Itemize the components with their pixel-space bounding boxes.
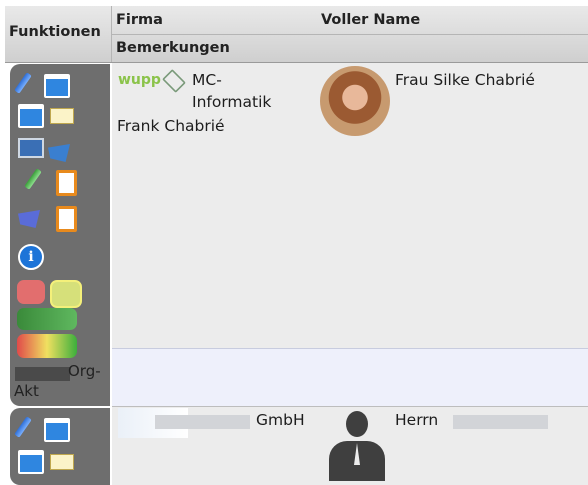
side-footer-line1: Org-: [68, 362, 101, 380]
contacts-grid: Funktionen Firma Voller Name Bemerkungen…: [5, 6, 588, 485]
header-divider: [112, 34, 588, 35]
status-red-icon[interactable]: [17, 280, 45, 304]
pencil-icon[interactable]: [24, 168, 42, 190]
redacted-block: [15, 367, 70, 381]
logo-text: wupp: [118, 72, 161, 88]
company-name-line2: Informatik: [192, 93, 272, 111]
full-name: Frau Silke Chabrié: [395, 71, 535, 89]
grid-header: Funktionen Firma Voller Name Bemerkungen: [5, 6, 588, 63]
edit-window-icon[interactable]: [18, 210, 40, 228]
redacted-company: [155, 415, 250, 429]
window-icon[interactable]: [44, 74, 70, 98]
window-icon[interactable]: [44, 418, 70, 442]
pencil-icon[interactable]: [14, 416, 32, 438]
status-green-icon[interactable]: [17, 308, 77, 330]
fullname-column-header[interactable]: Voller Name: [321, 12, 420, 28]
status-gradient-icon[interactable]: [17, 334, 77, 358]
clipboard-icon[interactable]: [56, 170, 77, 196]
envelope-icon[interactable]: [50, 454, 74, 470]
pencil-icon[interactable]: [14, 72, 32, 94]
clipboard-icon[interactable]: [56, 206, 77, 232]
company-name: GmbH: [256, 411, 305, 429]
redacted-name: [453, 415, 548, 429]
functions-header-label: Funktionen: [9, 24, 101, 40]
window-icon[interactable]: [18, 104, 44, 128]
avatar: [320, 66, 390, 136]
remarks-row[interactable]: [112, 348, 588, 407]
function-panel: i Org- Akt: [10, 64, 110, 406]
company-logo: wupp: [118, 69, 188, 98]
side-footer-line2: Akt: [14, 382, 39, 400]
contact-name: Frank Chabrié: [117, 117, 225, 135]
monitor-icon[interactable]: [18, 138, 44, 158]
company-column-header[interactable]: Firma: [116, 12, 163, 28]
logo-mark: [162, 69, 186, 93]
info-icon[interactable]: i: [18, 244, 44, 270]
status-yellow-icon[interactable]: [50, 280, 82, 308]
functions-column-header[interactable]: Funktionen: [5, 6, 112, 62]
info-glyph: i: [28, 249, 34, 265]
company-name-line1: MC-: [192, 71, 222, 89]
function-panel: [10, 408, 110, 485]
full-name: Herrn: [395, 411, 439, 429]
envelope-icon[interactable]: [50, 108, 74, 124]
person-silhouette-icon: [327, 411, 387, 481]
window-icon[interactable]: [18, 450, 44, 474]
remarks-column-header[interactable]: Bemerkungen: [116, 40, 230, 56]
network-icon[interactable]: [48, 144, 70, 162]
